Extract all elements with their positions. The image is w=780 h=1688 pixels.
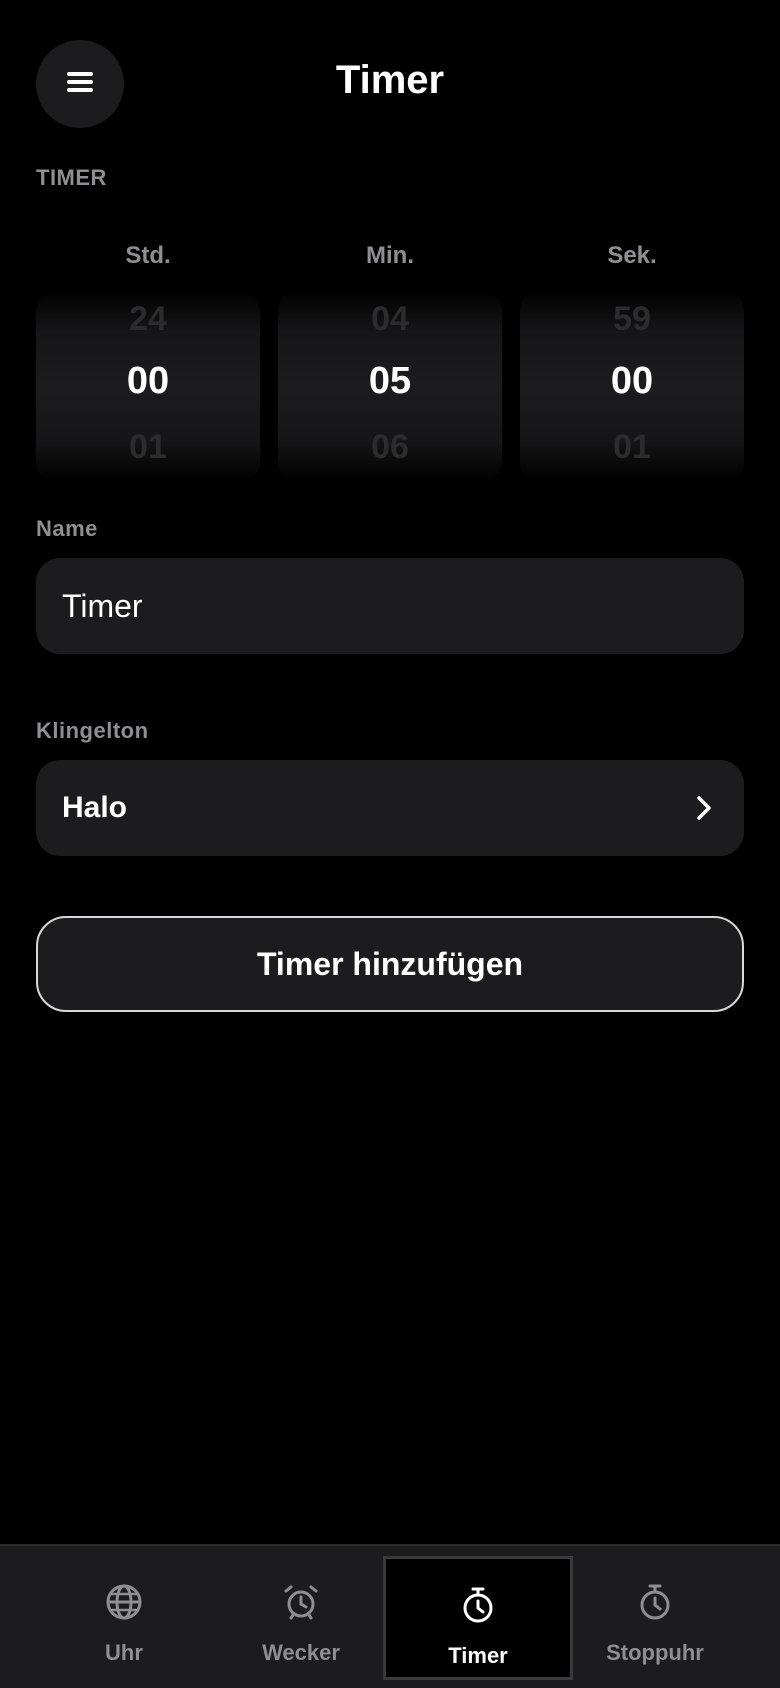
name-input[interactable] — [62, 587, 718, 625]
timer-section-label: TIMER — [36, 165, 107, 190]
globe-icon — [104, 1582, 144, 1622]
seconds-wheel[interactable]: 59 00 01 — [520, 290, 744, 482]
seconds-current-value[interactable]: 00 — [520, 360, 744, 403]
minutes-wheel[interactable]: 04 05 06 — [278, 290, 502, 482]
header: Timer — [0, 0, 780, 172]
tab-wecker[interactable]: Wecker — [206, 1556, 396, 1680]
hours-next-value[interactable]: 01 — [36, 428, 260, 467]
tab-label: Wecker — [262, 1640, 340, 1665]
seconds-label: Sek. — [607, 242, 657, 269]
name-field[interactable] — [36, 558, 744, 654]
hours-wheel[interactable]: 24 00 01 — [36, 290, 260, 482]
hours-label: Std. — [125, 242, 171, 269]
seconds-prev-value[interactable]: 59 — [520, 300, 744, 339]
minutes-next-value[interactable]: 06 — [278, 428, 502, 467]
minutes-label: Min. — [366, 242, 414, 269]
tab-label: Stoppuhr — [606, 1640, 704, 1665]
tab-timer[interactable]: Timer — [383, 1556, 573, 1680]
stopwatch-icon — [635, 1582, 675, 1622]
hours-picker[interactable]: Std. 24 00 01 — [36, 240, 260, 482]
alarm-clock-icon — [281, 1582, 321, 1622]
hours-current-value[interactable]: 00 — [36, 360, 260, 403]
add-timer-button[interactable]: Timer hinzufügen — [36, 916, 744, 1012]
minutes-picker[interactable]: Min. 04 05 06 — [278, 240, 502, 482]
name-label: Name — [36, 516, 98, 541]
chevron-right-icon — [690, 794, 718, 822]
minutes-prev-value[interactable]: 04 — [278, 300, 502, 339]
tab-stoppuhr[interactable]: Stoppuhr — [560, 1556, 750, 1680]
minutes-current-value[interactable]: 05 — [278, 360, 502, 403]
tab-bar: Uhr Wecker Timer Stoppuhr — [0, 1544, 780, 1688]
ringtone-selector[interactable]: Halo — [36, 760, 744, 856]
timer-icon — [458, 1585, 498, 1625]
seconds-next-value[interactable]: 01 — [520, 428, 744, 467]
tab-label: Uhr — [105, 1640, 143, 1665]
hours-prev-value[interactable]: 24 — [36, 300, 260, 339]
tab-label: Timer — [448, 1643, 508, 1668]
seconds-picker[interactable]: Sek. 59 00 01 — [520, 240, 744, 482]
ringtone-label: Klingelton — [36, 718, 149, 743]
ringtone-value: Halo — [62, 791, 128, 824]
page-title: Timer — [335, 58, 445, 102]
tab-uhr[interactable]: Uhr — [29, 1556, 219, 1680]
